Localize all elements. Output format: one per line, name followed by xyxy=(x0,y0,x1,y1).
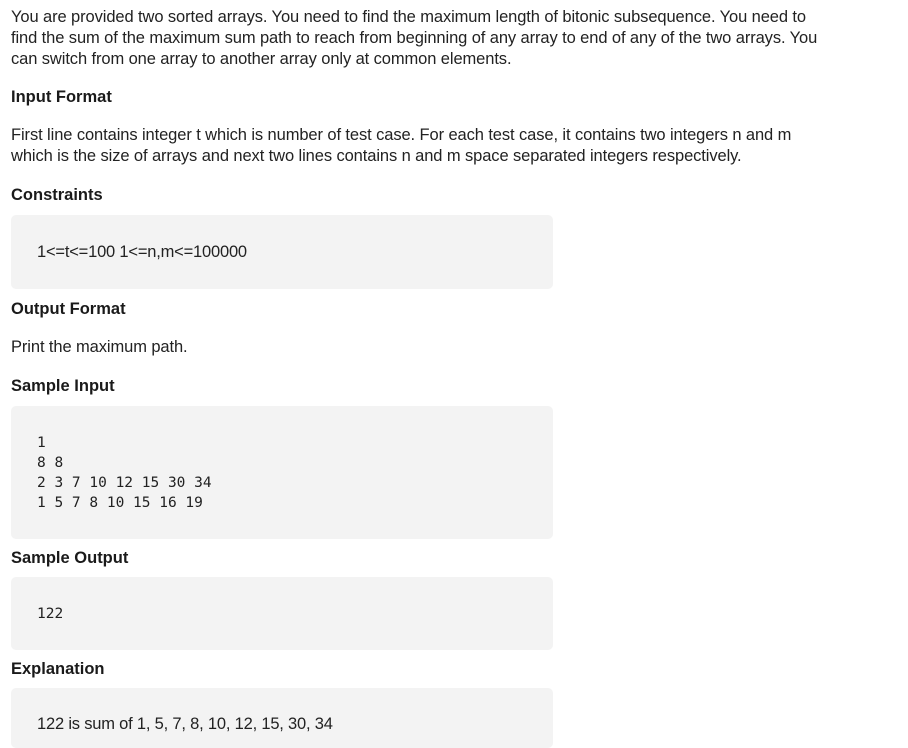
explanation-box: 122 is sum of 1, 5, 7, 8, 10, 12, 15, 30… xyxy=(11,688,553,748)
sample-input-line: 1 5 7 8 10 15 16 19 xyxy=(37,495,203,511)
sample-output-box: 122 xyxy=(11,577,553,650)
intro-line: You are provided two sorted arrays. You … xyxy=(11,8,806,26)
constraints-text: 1<=t<=100 1<=n,m<=100000 xyxy=(37,243,247,261)
sample-output-heading: Sample Output xyxy=(11,549,129,567)
sample-input-line: 1 xyxy=(37,435,46,451)
constraints-box: 1<=t<=100 1<=n,m<=100000 xyxy=(11,215,553,289)
sample-input-line: 2 3 7 10 12 15 30 34 xyxy=(37,475,212,491)
input-format-line: which is the size of arrays and next two… xyxy=(11,147,742,165)
problem-statement: You are provided two sorted arrays. You … xyxy=(11,7,901,748)
explanation-text: 122 is sum of 1, 5, 7, 8, 10, 12, 15, 30… xyxy=(37,715,333,733)
constraints-heading: Constraints xyxy=(11,186,103,204)
input-format-line: First line contains integer t which is n… xyxy=(11,126,792,144)
sample-input-line: 8 8 xyxy=(37,455,64,471)
output-format-text: Print the maximum path. xyxy=(11,338,188,356)
input-format-paragraph: First line contains integer t which is n… xyxy=(11,125,901,167)
intro-line: can switch from one array to another arr… xyxy=(11,50,512,68)
sample-output-text: 122 xyxy=(37,606,64,622)
input-format-heading: Input Format xyxy=(11,88,112,106)
intro-line: find the sum of the maximum sum path to … xyxy=(11,29,818,47)
output-format-heading: Output Format xyxy=(11,300,126,318)
intro-paragraph: You are provided two sorted arrays. You … xyxy=(11,7,901,70)
sample-input-heading: Sample Input xyxy=(11,377,115,395)
sample-input-box: 1 8 8 2 3 7 10 12 15 30 34 1 5 7 8 10 15… xyxy=(11,406,553,539)
explanation-heading: Explanation xyxy=(11,660,105,678)
